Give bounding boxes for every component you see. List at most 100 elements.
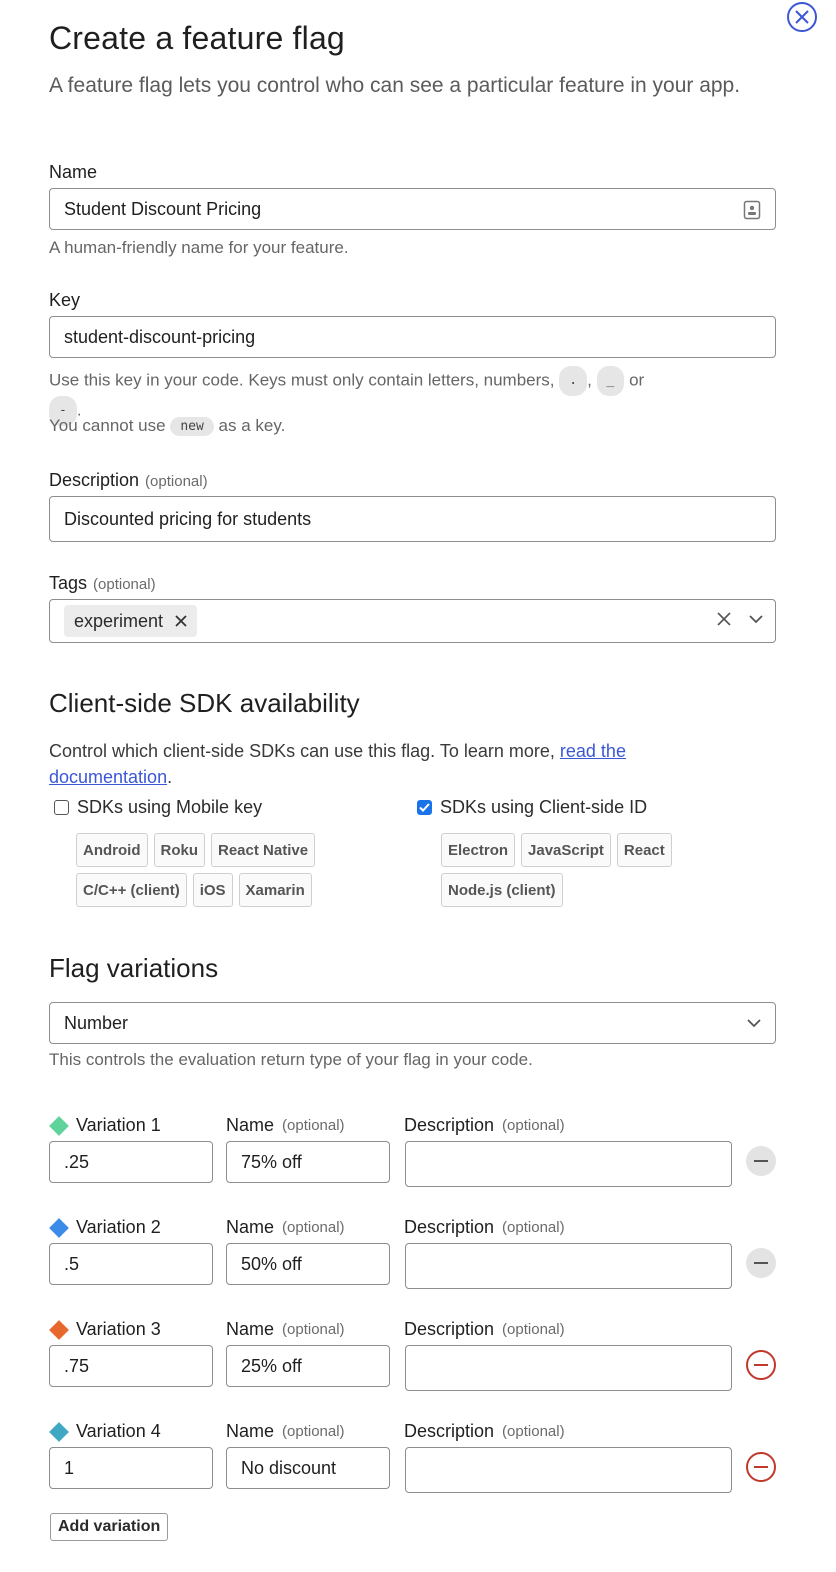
variation-value-input[interactable]: .75 [49, 1345, 213, 1387]
create-flag-panel: Create a feature flag A feature flag let… [0, 0, 836, 1572]
key-input[interactable]: student-discount-pricing [49, 316, 776, 358]
remove-variation-button[interactable] [746, 1452, 776, 1482]
description-input-value: Discounted pricing for students [64, 508, 312, 529]
name-label-text: Name [226, 1217, 275, 1237]
optional-label: (optional) [282, 1321, 345, 1338]
optional-label: (optional) [282, 1219, 345, 1236]
description-label-text: Description [404, 1319, 495, 1339]
remove-variation-button[interactable] [746, 1350, 776, 1380]
variations-section-title: Flag variations [49, 953, 219, 983]
sdk-chip: iOS [192, 873, 233, 907]
add-variation-button[interactable]: Add variation [50, 1513, 169, 1541]
tags-label: Tags (optional) [49, 573, 156, 594]
variation-type-hint: This controls the evaluation return type… [49, 1050, 533, 1069]
variation-row: Variation 4 Name (optional) Description (o… [49, 1421, 779, 1501]
minus-circle-icon [754, 1364, 768, 1366]
optional-label: (optional) [502, 1423, 565, 1440]
mobile-sdk-chips: Android Roku React Native C/C++ (client)… [76, 833, 346, 907]
sdk-section-desc: Control which client-side SDKs can use t… [49, 738, 729, 790]
variation-label-text: Variation 1 [76, 1115, 161, 1135]
variation-name: 25% off [241, 1355, 302, 1376]
optional-label: (optional) [502, 1219, 565, 1236]
variation-type-select[interactable]: Number [49, 1002, 776, 1044]
sdk-chip: React Native [211, 833, 316, 867]
mobile-key-label: SDKs using Mobile key [77, 797, 263, 817]
client-side-id-checkbox-row[interactable]: SDKs using Client-side ID [417, 797, 647, 818]
variation-description-input[interactable] [405, 1345, 732, 1391]
variation-value-input[interactable]: .25 [49, 1141, 213, 1183]
close-button[interactable] [787, 2, 817, 32]
tag-remove-icon[interactable] [175, 615, 187, 627]
variation-row: Variation 1 Name (optional) Description (o… [49, 1115, 779, 1195]
variation-value: .75 [64, 1355, 90, 1376]
key-label: Key [49, 290, 81, 310]
variation-label-text: Variation 4 [76, 1421, 161, 1441]
sdk-desc-text: Control which client-side SDKs can use t… [49, 741, 560, 761]
key-hint2-start: You cannot use [49, 416, 166, 435]
sdk-desc-end: . [167, 767, 173, 787]
variation-value: .25 [64, 1151, 90, 1172]
code-chip-underscore: _ [596, 366, 625, 396]
variation-label: Variation 1 [49, 1115, 161, 1136]
variation-name-input[interactable]: 75% off [226, 1141, 390, 1183]
variation-value-input[interactable]: .5 [49, 1243, 213, 1285]
variation-name-input[interactable]: 25% off [226, 1345, 390, 1387]
sdk-chip: Node.js (client) [441, 873, 563, 907]
variation-description-label: Description (optional) [404, 1421, 565, 1442]
description-input[interactable]: Discounted pricing for students [49, 496, 776, 542]
variation-label-text: Variation 2 [76, 1217, 161, 1237]
client-side-id-label: SDKs using Client-side ID [440, 797, 648, 817]
variation-row: Variation 3 Name (optional) Description (o… [49, 1319, 779, 1399]
minus-circle-icon [754, 1160, 768, 1162]
variation-description-input[interactable] [405, 1447, 732, 1493]
variation-label-text: Variation 3 [76, 1319, 161, 1339]
tag-chip: experiment [64, 605, 198, 637]
remove-variation-button[interactable] [746, 1146, 776, 1176]
variation-description-label: Description (optional) [404, 1217, 565, 1238]
close-icon [795, 10, 809, 24]
variation-name-input[interactable]: No discount [226, 1447, 390, 1489]
description-label: Description (optional) [49, 470, 208, 491]
sdk-chip: Android [76, 833, 148, 867]
description-label-text: Description [404, 1421, 495, 1441]
key-input-value: student-discount-pricing [64, 326, 256, 347]
name-label-text: Name [226, 1421, 275, 1441]
tag-controls [717, 612, 763, 626]
variation-description-label: Description (optional) [404, 1319, 565, 1340]
variation-name-label: Name (optional) [226, 1115, 345, 1136]
mobile-key-checkbox[interactable] [54, 800, 69, 815]
variation-name-input[interactable]: 50% off [226, 1243, 390, 1285]
variation-description-input[interactable] [405, 1141, 732, 1187]
clear-icon[interactable] [717, 612, 731, 626]
variation-label: Variation 2 [49, 1217, 161, 1238]
variation-description-input[interactable] [405, 1243, 732, 1289]
variation-label: Variation 3 [49, 1319, 161, 1340]
variation-color-icon [49, 1421, 69, 1442]
optional-label: (optional) [502, 1321, 565, 1338]
variation-row: Variation 2 Name (optional) Description (o… [49, 1217, 779, 1297]
name-label: Name [49, 162, 98, 182]
name-hint: A human-friendly name for your feature. [49, 238, 349, 257]
description-label-text: Description [404, 1217, 495, 1237]
sdk-section-title: Client-side SDK availability [49, 688, 360, 718]
variation-type-value: Number [64, 1012, 129, 1033]
chevron-down-icon [747, 1019, 761, 1028]
remove-variation-button[interactable] [746, 1248, 776, 1278]
optional-label: (optional) [145, 473, 208, 490]
description-label-text: Description [404, 1115, 495, 1135]
variation-name: 50% off [241, 1253, 302, 1274]
variation-color-icon [49, 1319, 69, 1340]
chevron-down-icon[interactable] [749, 614, 763, 624]
optional-label: (optional) [502, 1117, 565, 1134]
mobile-key-checkbox-row[interactable]: SDKs using Mobile key [54, 797, 262, 818]
name-input[interactable]: Student Discount Pricing [49, 188, 776, 230]
name-label-text: Name [226, 1319, 275, 1339]
tags-input[interactable]: experiment [49, 599, 776, 643]
client-side-id-checkbox[interactable] [417, 800, 432, 815]
optional-label: (optional) [282, 1423, 345, 1440]
variation-name-label: Name (optional) [226, 1421, 345, 1442]
minus-circle-icon [754, 1466, 768, 1468]
variation-value-input[interactable]: 1 [49, 1447, 213, 1489]
variation-color-icon [49, 1217, 69, 1238]
code-chip-new: new [170, 417, 214, 437]
